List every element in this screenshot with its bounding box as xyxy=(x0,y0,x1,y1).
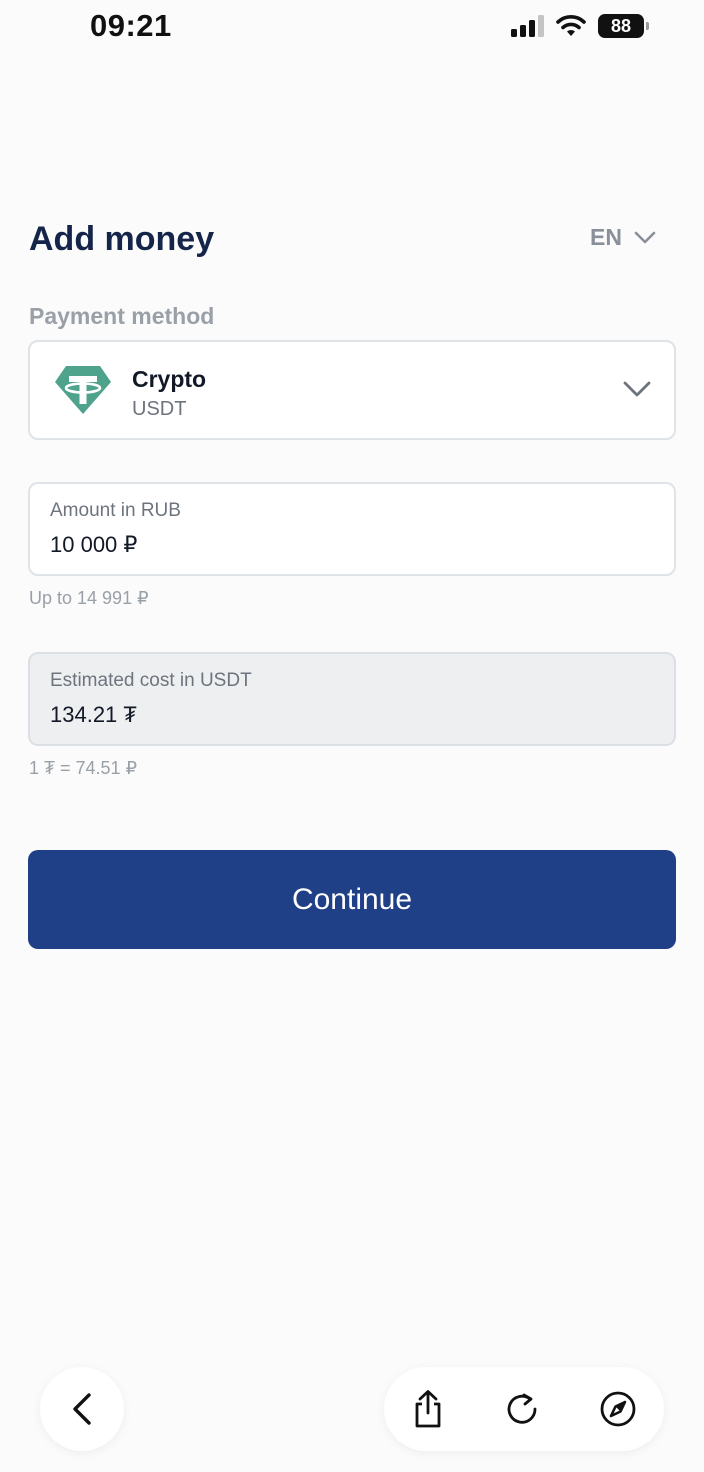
payment-method-currency: USDT xyxy=(132,398,187,420)
back-icon xyxy=(73,1393,91,1425)
tether-logo-icon xyxy=(55,366,111,414)
wifi-icon xyxy=(556,15,586,36)
page-title: Add money xyxy=(29,220,215,258)
chevron-down-icon xyxy=(623,381,651,397)
amount-field[interactable]: Amount in RUB xyxy=(28,482,676,576)
estimated-cost-field: Estimated cost in USDT 134.21 ₮ xyxy=(28,652,676,746)
reload-icon xyxy=(507,1393,537,1424)
payment-method-name: Crypto xyxy=(132,366,207,392)
compass-icon xyxy=(600,1391,636,1427)
continue-button[interactable]: Continue xyxy=(28,850,676,949)
reload-button[interactable] xyxy=(487,1367,557,1451)
screen: 09:21 88 Add money EN Payment method Cry… xyxy=(0,0,704,1472)
estimated-cost-label: Estimated cost in USDT xyxy=(50,670,252,691)
cellular-signal-icon xyxy=(511,15,544,37)
status-icons: 88 xyxy=(511,14,649,38)
amount-limit-hint: Up to 14 991 ₽ xyxy=(29,588,149,608)
status-time: 09:21 xyxy=(90,8,172,43)
share-icon xyxy=(415,1390,441,1428)
exchange-rate-hint: 1 ₮ = 74.51 ₽ xyxy=(29,758,138,778)
chevron-down-icon xyxy=(634,231,656,243)
amount-input[interactable] xyxy=(50,532,650,558)
payment-method-label: Payment method xyxy=(29,303,215,329)
back-button[interactable] xyxy=(40,1367,124,1451)
browser-actions-bar xyxy=(384,1367,664,1451)
battery-icon: 88 xyxy=(598,14,649,38)
estimated-cost-value: 134.21 ₮ xyxy=(50,702,137,727)
safari-compass-button[interactable] xyxy=(583,1367,653,1451)
share-button[interactable] xyxy=(393,1367,463,1451)
language-selector[interactable]: EN xyxy=(590,224,656,251)
payment-method-select[interactable]: Crypto USDT xyxy=(28,340,676,440)
amount-field-label: Amount in RUB xyxy=(50,500,181,521)
language-label: EN xyxy=(590,224,622,250)
